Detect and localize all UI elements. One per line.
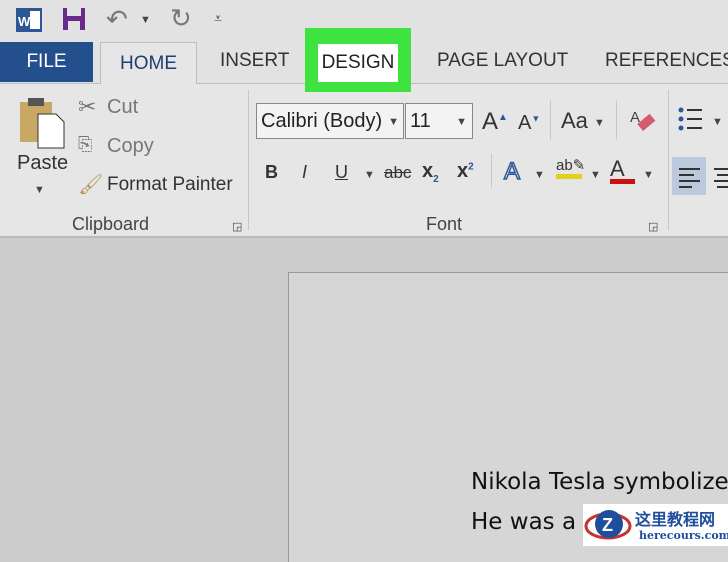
tab-references[interactable]: REFERENCES — [605, 50, 728, 72]
strikethrough-button[interactable]: abc — [384, 163, 411, 183]
font-group-label: Font — [426, 214, 463, 234]
tab-home[interactable]: HOME — [100, 42, 197, 85]
clipboard-launcher-icon[interactable]: ◲ — [232, 220, 242, 233]
svg-text:Z: Z — [602, 515, 613, 535]
copy-icon: ⎘ — [78, 134, 93, 154]
font-launcher-icon[interactable]: ◲ — [648, 220, 658, 233]
bullets-icon[interactable] — [678, 106, 704, 132]
paste-dropdown-icon[interactable]: ▼ — [34, 184, 45, 196]
font-size-value: 11 — [410, 110, 431, 132]
document-line-1: Nikola Tesla symbolize — [471, 469, 728, 495]
italic-button[interactable]: I — [302, 162, 307, 183]
tab-design[interactable]: DESIGN — [318, 44, 398, 82]
subscript-button[interactable]: x2 — [422, 160, 439, 185]
font-color-icon[interactable]: A — [610, 156, 635, 184]
clipboard-group-label: Clipboard — [72, 214, 150, 234]
undo-dropdown-icon[interactable]: ▼ — [140, 14, 151, 26]
svg-text:W: W — [18, 14, 31, 29]
cut-icon: ✂ — [78, 94, 97, 119]
font-name-select[interactable]: Calibri (Body) ▼ — [256, 103, 404, 139]
paste-button[interactable]: Paste — [17, 152, 68, 175]
change-case-button[interactable]: Aa — [561, 108, 588, 134]
document-line-2: He was a f — [471, 509, 592, 535]
tab-file[interactable]: FILE — [0, 42, 93, 82]
cut-button[interactable]: Cut — [107, 96, 138, 119]
ribbon-home: Paste ▼ ✂ Cut ⎘ Copy 🖌 Format Painter Cl… — [0, 84, 728, 238]
copy-button[interactable]: Copy — [107, 135, 154, 158]
redo-icon[interactable]: ↻ — [170, 3, 192, 34]
customize-qat-icon[interactable]: ⩡ — [214, 10, 222, 27]
font-size-select[interactable]: 11 ▼ — [405, 103, 473, 139]
watermark-title: 这里教程网 — [635, 510, 716, 529]
superscript-button[interactable]: x2 — [457, 160, 474, 183]
clear-formatting-icon[interactable]: A — [628, 106, 658, 136]
bold-button[interactable]: B — [265, 162, 278, 183]
align-center-button[interactable] — [712, 166, 728, 192]
undo-icon[interactable]: ↶ — [106, 4, 128, 35]
design-tab-highlight: DESIGN — [305, 28, 411, 92]
format-painter-button[interactable]: Format Painter — [107, 174, 233, 196]
text-effects-icon[interactable]: A — [503, 157, 521, 186]
format-painter-icon: 🖌 — [78, 174, 104, 196]
align-left-button[interactable] — [672, 157, 706, 195]
word-icon[interactable]: W — [16, 6, 44, 34]
tab-insert[interactable]: INSERT — [220, 50, 289, 72]
watermark-logo: Z 这里教程网 herecours.com — [583, 504, 728, 546]
highlight-icon[interactable]: ab✎ — [556, 156, 585, 179]
grow-font-icon[interactable]: A▲ — [482, 108, 508, 136]
tab-page-layout[interactable]: PAGE LAYOUT — [437, 50, 568, 72]
watermark-url: herecours.com — [639, 529, 728, 542]
shrink-font-icon[interactable]: A▼ — [518, 112, 540, 135]
font-name-value: Calibri (Body) — [261, 110, 383, 132]
underline-button[interactable]: U — [335, 162, 348, 183]
paste-icon[interactable] — [18, 96, 68, 152]
save-icon[interactable] — [62, 6, 86, 32]
